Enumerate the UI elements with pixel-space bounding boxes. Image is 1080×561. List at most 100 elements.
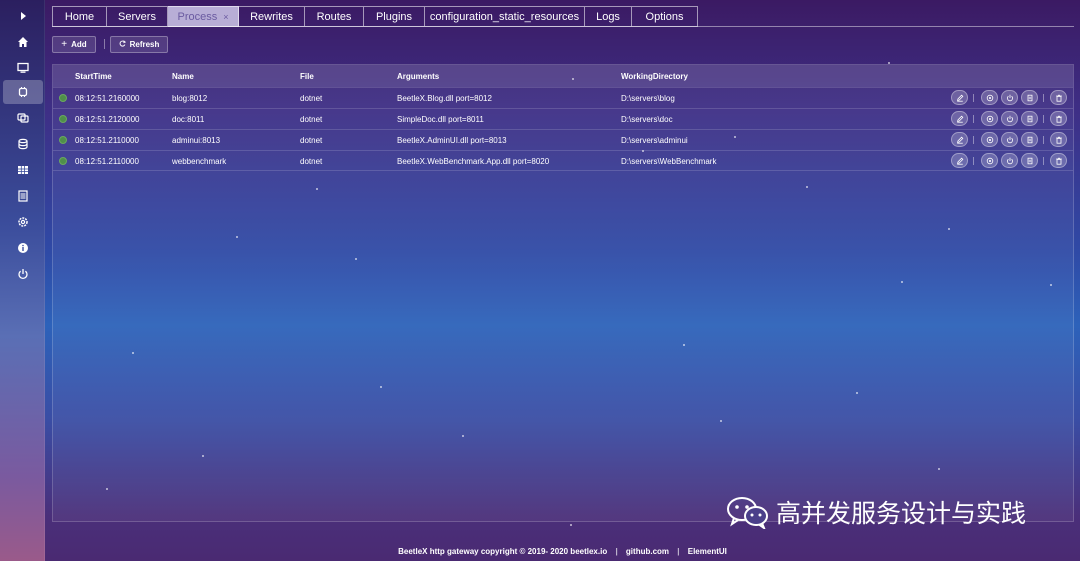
power-icon[interactable] [1001, 111, 1018, 126]
action-divider [1043, 115, 1044, 123]
info-icon[interactable] [3, 236, 43, 260]
tab-label: Servers [118, 10, 156, 23]
power-icon[interactable] [1001, 132, 1018, 147]
start-time: 08:12:51.2160000 [75, 94, 140, 103]
process-arguments: SimpleDoc.dll port=8011 [397, 115, 484, 124]
table-row[interactable]: 08:12:51.2160000 blog:8012 dotnet Beetle… [53, 87, 1073, 108]
routes-icon[interactable] [3, 132, 43, 156]
tab-label: Options [645, 10, 684, 23]
status-indicator [59, 136, 67, 144]
action-divider [1043, 94, 1044, 102]
elementui-link[interactable]: ElementUI [688, 547, 727, 556]
tab-servers[interactable]: Servers [107, 6, 168, 27]
add-label: Add [71, 40, 87, 49]
refresh-icon [119, 40, 126, 49]
table-header: StartTime Name File Arguments WorkingDir… [53, 65, 1073, 87]
watermark: 高并发服务设计与实践 [726, 494, 1026, 530]
wechat-logo-icon [727, 497, 768, 529]
table-row[interactable]: 08:12:51.2110000 webbenchmark dotnet Bee… [53, 150, 1073, 171]
process-icon[interactable] [3, 80, 43, 104]
tab-label: Plugins [375, 10, 413, 23]
tab-rewrites[interactable]: Rewrites [239, 6, 305, 27]
start-time: 08:12:51.2110000 [75, 157, 139, 166]
process-name: webbenchmark [172, 157, 227, 166]
process-file: dotnet [300, 157, 323, 166]
process-table: StartTime Name File Arguments WorkingDir… [52, 64, 1074, 522]
tab-process[interactable]: Process × [168, 6, 239, 27]
tab-home[interactable]: Home [52, 6, 107, 27]
log-icon[interactable] [1021, 153, 1038, 168]
add-button[interactable]: + Add [52, 36, 96, 53]
power-icon[interactable] [1001, 90, 1018, 105]
column-header[interactable]: Arguments [397, 72, 439, 81]
column-header[interactable]: StartTime [75, 72, 112, 81]
working-directory: D:\servers\doc [621, 115, 673, 124]
footer-separator: | [677, 547, 680, 556]
view-icon[interactable] [981, 153, 998, 168]
edit-icon[interactable] [951, 111, 968, 126]
tab-configuration-static-resources[interactable]: configuration_static_resources [425, 6, 585, 27]
column-header[interactable]: Name [172, 72, 194, 81]
power-icon[interactable] [1001, 153, 1018, 168]
tab-label: Process [177, 10, 218, 23]
document-icon[interactable] [3, 184, 43, 208]
refresh-button[interactable]: Refresh [110, 36, 168, 53]
process-arguments: BeetleX.Blog.dll port=8012 [397, 94, 492, 103]
process-arguments: BeetleX.AdminUI.dll port=8013 [397, 136, 507, 145]
process-file: dotnet [300, 115, 323, 124]
footer-separator: | [615, 547, 618, 556]
edit-icon[interactable] [951, 90, 968, 105]
log-icon[interactable] [1021, 90, 1038, 105]
sidebar [0, 0, 45, 561]
edit-icon[interactable] [951, 132, 968, 147]
tab-label: Home [64, 10, 95, 23]
settings-icon[interactable] [3, 210, 43, 234]
process-file: dotnet [300, 136, 323, 145]
footer: BeetleX http gateway copyright © 2019- 2… [0, 547, 1080, 556]
delete-icon[interactable] [1050, 153, 1067, 168]
action-divider [973, 157, 974, 165]
action-divider [1043, 136, 1044, 144]
tab-bar: Home Servers Process × Rewrites Routes Pl… [52, 6, 698, 27]
status-indicator [59, 115, 67, 123]
log-icon[interactable] [1021, 111, 1038, 126]
view-icon[interactable] [981, 132, 998, 147]
tab-plugins[interactable]: Plugins [364, 6, 425, 27]
delete-icon[interactable] [1050, 132, 1067, 147]
process-name: adminui:8013 [172, 136, 221, 145]
home-icon[interactable] [3, 30, 43, 54]
close-icon[interactable]: × [223, 7, 228, 27]
tab-options[interactable]: Options [632, 6, 698, 27]
expand-icon[interactable] [3, 4, 43, 28]
github-link[interactable]: github.com [626, 547, 669, 556]
copyright-text: BeetleX http gateway copyright © 2019- 2… [398, 547, 608, 556]
monitor-icon[interactable] [3, 56, 43, 80]
view-icon[interactable] [981, 90, 998, 105]
tab-logs[interactable]: Logs [585, 6, 632, 27]
delete-icon[interactable] [1050, 90, 1067, 105]
working-directory: D:\servers\WebBenchmark [621, 157, 717, 166]
column-header[interactable]: WorkingDirectory [621, 72, 688, 81]
start-time: 08:12:51.2120000 [75, 115, 140, 124]
tab-routes[interactable]: Routes [305, 6, 364, 27]
refresh-label: Refresh [129, 40, 160, 49]
tab-label: Logs [596, 10, 620, 23]
grid-icon[interactable] [3, 158, 43, 182]
tab-label: Rewrites [250, 10, 293, 23]
table-row[interactable]: 08:12:51.2120000 doc:8011 dotnet SimpleD… [53, 108, 1073, 129]
rewrites-icon[interactable] [3, 106, 43, 130]
delete-icon[interactable] [1050, 111, 1067, 126]
view-icon[interactable] [981, 111, 998, 126]
table-row[interactable]: 08:12:51.2110000 adminui:8013 dotnet Bee… [53, 129, 1073, 150]
action-divider [973, 94, 974, 102]
start-time: 08:12:51.2110000 [75, 136, 139, 145]
process-arguments: BeetleX.WebBenchmark.App.dll port=8020 [397, 157, 550, 166]
tab-label: Routes [316, 10, 352, 23]
status-indicator [59, 94, 67, 102]
column-header[interactable]: File [300, 72, 314, 81]
process-name: blog:8012 [172, 94, 208, 103]
power-icon[interactable] [3, 262, 43, 286]
log-icon[interactable] [1021, 132, 1038, 147]
edit-icon[interactable] [951, 153, 968, 168]
plus-icon: + [61, 39, 68, 50]
